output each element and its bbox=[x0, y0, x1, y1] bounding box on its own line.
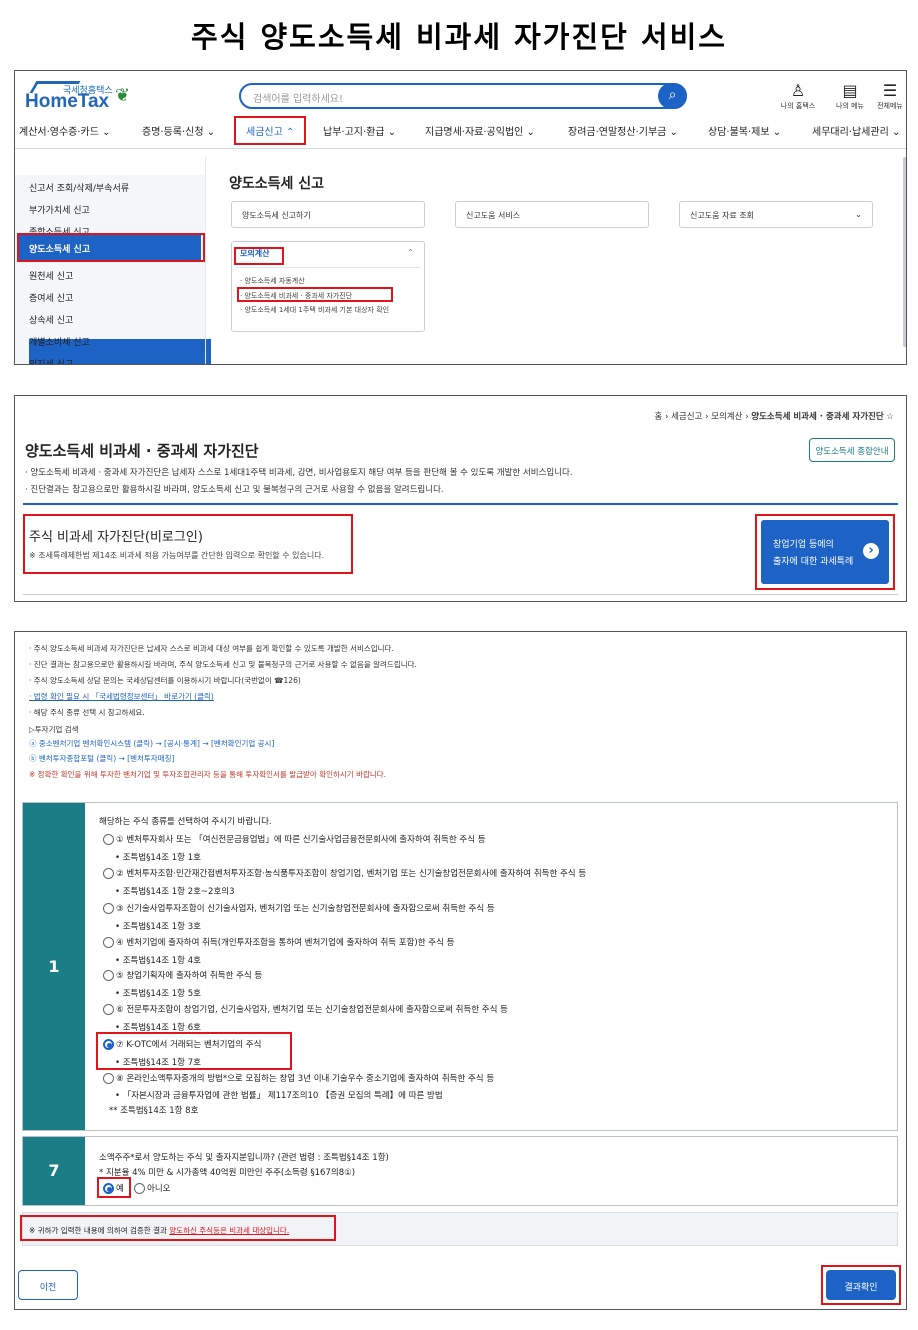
result-message: ※ 귀하가 입력한 내용에 의하여 검증한 결과 양도하신 주식등은 비과세 대… bbox=[29, 1226, 290, 1235]
q7-no[interactable]: 아니오 bbox=[134, 1182, 170, 1194]
q1-option-1[interactable]: ① 벤처투자회사 또는 「여신전문금융업법」에 따른 신기술사업금융전문회사에 … bbox=[103, 833, 486, 845]
my-hometax-label[interactable]: 나의 홈택스 bbox=[773, 101, 823, 111]
question-7: 7 소액주주*로서 양도하는 주식 및 출자지분입니까? (관련 법령 : 조특… bbox=[22, 1136, 898, 1206]
hometax-menu-panel: 국세청홈택스 HomeTax ❦ 검색어를 입력하세요! ⌕ ♙ 나의 홈택스 … bbox=[14, 70, 907, 365]
star-icon[interactable]: ☆ bbox=[886, 412, 894, 422]
question-7-prompt: 소액주주*로서 양도하는 주식 및 출자지분입니까? (관련 법령 : 조특법§… bbox=[99, 1153, 389, 1163]
breadcrumb-mock[interactable]: 모의계산 bbox=[711, 412, 742, 422]
breadcrumb-tax-report[interactable]: 세금신고 bbox=[671, 412, 702, 422]
q1-option-5[interactable]: ⑤ 창업기획자에 출자하여 취득한 주식 등 bbox=[103, 969, 262, 981]
diag-desc-2: · 진단결과는 참고용으로만 활용하시길 바라며, 양도소득세 신고 및 불복청… bbox=[25, 485, 444, 495]
menu-statements[interactable]: 지급명세·자료·공익법인 ⌄ bbox=[425, 123, 535, 145]
nav-report-inquiry[interactable]: 신고서 조회/삭제/부속서류 bbox=[29, 181, 129, 194]
radio-button[interactable] bbox=[103, 868, 114, 879]
nav-excise-tax[interactable]: 개별소비세 신고 bbox=[29, 335, 90, 348]
q1-option-6[interactable]: ⑥ 전문투자조합이 창업기업, 신기술사업자, 벤처기업 또는 신기술창업전문회… bbox=[103, 1003, 508, 1015]
section-title: 양도소득세 신고 bbox=[229, 176, 325, 192]
venture-confirm-link[interactable]: ⓐ 중소벤처기업 벤처확인시스템 (클릭) → [공시·통계] → [벤처확인기… bbox=[29, 738, 274, 749]
note-2: · 진단 결과는 참고용으로만 활용하시길 바라며, 주식 양도소득세 신고 및… bbox=[29, 660, 417, 669]
menu-incentive[interactable]: 장려금·연말정산·기부금 ⌄ bbox=[568, 123, 678, 145]
hometax-logo[interactable]: HomeTax bbox=[25, 81, 109, 113]
nav-gift-tax[interactable]: 증여세 신고 bbox=[29, 291, 73, 304]
radio-button[interactable] bbox=[103, 903, 114, 914]
diag-desc-1: · 양도소득세 비과세 · 중과세 자가진단은 납세자 스스로 1세대1주택 비… bbox=[25, 468, 573, 478]
diagnosis-panel: 홈 › 세금신고 › 모의계산 › 양도소득세 비과세 · 중과세 자가진단 ☆… bbox=[14, 395, 907, 602]
radio-button[interactable] bbox=[103, 1004, 114, 1015]
question-1: 1 해당하는 주식 종류를 선택하여 주시기 바랍니다. ① 벤처투자회사 또는… bbox=[22, 802, 898, 1131]
question-7-number: 7 bbox=[23, 1137, 85, 1205]
mock-auto-calc[interactable]: · 양도소득세 자동계산 bbox=[240, 277, 305, 286]
radio-button[interactable] bbox=[103, 834, 114, 845]
question-1-number: 1 bbox=[23, 803, 85, 1130]
menu-certificate[interactable]: 증명·등록·신청 ⌄ bbox=[142, 123, 215, 145]
note-3: · 주식 양도소득세 상담 문의는 국세상담센터를 이용하시기 바랍니다(국번없… bbox=[29, 676, 301, 685]
q1-option-8[interactable]: ⑧ 온라인소액투자중개의 방법*으로 모집하는 창업 3년 이내 기술우수 중소… bbox=[103, 1072, 494, 1084]
q1-option-4-law: • 조특법§14조 1항 4호 bbox=[115, 956, 201, 966]
stock-diagnosis-card[interactable]: 주식 비과세 자가진단(비로그인) ※ 조세특례제한법 제14조 비과세 적용 … bbox=[23, 514, 353, 574]
q1-option-3[interactable]: ③ 신기술사업투자조합이 신기술사업자, 벤처기업 또는 신기술창업전문회사에 … bbox=[103, 902, 495, 914]
nav-vat[interactable]: 부가가치세 신고 bbox=[29, 203, 90, 216]
person-lock-icon[interactable]: ♙ bbox=[773, 81, 823, 100]
chevron-up-icon[interactable]: ⌃ bbox=[407, 248, 414, 257]
mock-one-house[interactable]: · 양도소득세 1세대 1주택 비과세 기본 대상자 확인 bbox=[240, 306, 418, 315]
q1-option-5-law: • 조특법§14조 1항 5호 bbox=[115, 989, 201, 999]
q1-option-4[interactable]: ④ 벤처기업에 출자하여 취득(개인투자조합을 통하여 벤처기업에 출자하여 취… bbox=[103, 936, 454, 948]
left-nav: 신고서 조회/삭제/부속서류 부가가치세 신고 종합소득세 신고 양도소득세 신… bbox=[15, 175, 211, 364]
prev-button[interactable]: 이전 bbox=[18, 1270, 78, 1300]
menu-consult[interactable]: 상담·불복·제보 ⌄ bbox=[708, 123, 781, 145]
menu-payment[interactable]: 납부·고지·환급 ⌄ bbox=[323, 123, 396, 145]
q1-option-8-law: • 「자본시장과 금융투자업에 관한 법률」 제117조의10 【증권 모집의 … bbox=[115, 1091, 443, 1101]
pill-help-service[interactable]: 신고도움 서비스 bbox=[455, 201, 649, 228]
menu-agent[interactable]: 세무대리·납세관리 ⌄ bbox=[812, 123, 900, 145]
pill-report[interactable]: 양도소득세 신고하기 bbox=[231, 201, 425, 228]
holly-icon: ❦ bbox=[115, 85, 131, 106]
chevron-down-icon: ⌄ bbox=[855, 210, 862, 219]
startup-special-button[interactable]: 창업기업 등에의 출자에 대한 과세특례 › bbox=[761, 520, 889, 584]
question-1-prompt: 해당하는 주식 종류를 선택하여 주시기 바랍니다. bbox=[99, 817, 272, 827]
stock-diag-title[interactable]: 주식 비과세 자가진단(비로그인) bbox=[29, 526, 203, 545]
pill-help-data[interactable]: 신고도움 자료 조회 ⌄ bbox=[679, 201, 873, 228]
breadcrumb: 홈 › 세금신고 › 모의계산 › 양도소득세 비과세 · 중과세 자가진단 ☆ bbox=[654, 412, 894, 422]
note-warning: ※ 정확한 확인을 위해 투자한 벤처기업 및 투자조합관리자 등을 통해 투자… bbox=[29, 770, 387, 779]
nav-withholding[interactable]: 원천세 신고 bbox=[29, 269, 73, 282]
radio-button[interactable] bbox=[134, 1183, 145, 1194]
arrow-right-icon: › bbox=[863, 543, 879, 559]
nav-inheritance-tax[interactable]: 상속세 신고 bbox=[29, 313, 73, 326]
note-1: · 주식 양도소득세 비과세 자가진단은 납세자 스스로 비과세 대상 여부를 … bbox=[29, 644, 394, 653]
result-check-button[interactable]: 결과확인 bbox=[826, 1270, 896, 1300]
venture-portal-link[interactable]: ⓑ 벤처투자종합포털 (클릭) → [벤처투자매칭] bbox=[29, 753, 174, 764]
q1-option-2[interactable]: ② 벤처투자조합·민간재간접벤처투자조합·농식품투자조합이 창업기업, 벤처기업… bbox=[103, 867, 586, 879]
note-6: ▷투자기업 검색 bbox=[29, 725, 79, 734]
search-icon[interactable]: ⌕ bbox=[658, 83, 687, 109]
radio-button[interactable] bbox=[103, 1073, 114, 1084]
nav-stamp-tax[interactable]: 인지세 신고 bbox=[29, 357, 73, 364]
law-center-link[interactable]: · 법령 확인 필요 시 「국세법령정보센터」 바로가기 (클릭) bbox=[29, 691, 214, 702]
page-title: 주식 양도소득세 비과세 자가진단 서비스 bbox=[191, 20, 727, 54]
menu-invoice[interactable]: 계산서·영수증·카드 ⌄ bbox=[19, 123, 111, 145]
guide-button[interactable]: 양도소득세 종합안내 bbox=[809, 438, 895, 462]
search-input[interactable]: 검색어를 입력하세요! bbox=[239, 83, 687, 109]
note-5: · 해당 주식 종류 선택 시 참고하세요. bbox=[29, 708, 145, 717]
stock-diag-desc: ※ 조세특례제한법 제14조 비과세 적용 가능여부를 간단한 입력으로 확인할… bbox=[29, 551, 325, 560]
all-menu-label[interactable]: 전체메뉴 bbox=[865, 101, 906, 111]
hamburger-icon[interactable]: ☰ bbox=[865, 81, 906, 100]
radio-button[interactable] bbox=[103, 970, 114, 981]
question-7-sub: * 지분율 4% 미만 & 시가총액 40억원 미만인 주주(소득령 §167의… bbox=[99, 1168, 356, 1178]
q1-option-3-law: • 조특법§14조 1항 3호 bbox=[115, 922, 201, 932]
q1-option-2-law: • 조특법§14조 1항 2호~2호의3 bbox=[115, 887, 235, 897]
breadcrumb-home[interactable]: 홈 bbox=[654, 412, 662, 422]
q1-option-8-law2: ** 조특법§14조 1항 8호 bbox=[109, 1106, 199, 1116]
diag-title: 양도소득세 비과세 · 중과세 자가진단 bbox=[25, 442, 259, 460]
stock-diagnosis-panel: · 주식 양도소득세 비과세 자가진단은 납세자 스스로 비과세 대상 여부를 … bbox=[14, 631, 907, 1310]
radio-button[interactable] bbox=[103, 937, 114, 948]
q1-option-1-law: • 조특법§14조 1항 1호 bbox=[115, 853, 201, 863]
breadcrumb-current: 양도소득세 비과세 · 중과세 자가진단 bbox=[751, 412, 884, 422]
